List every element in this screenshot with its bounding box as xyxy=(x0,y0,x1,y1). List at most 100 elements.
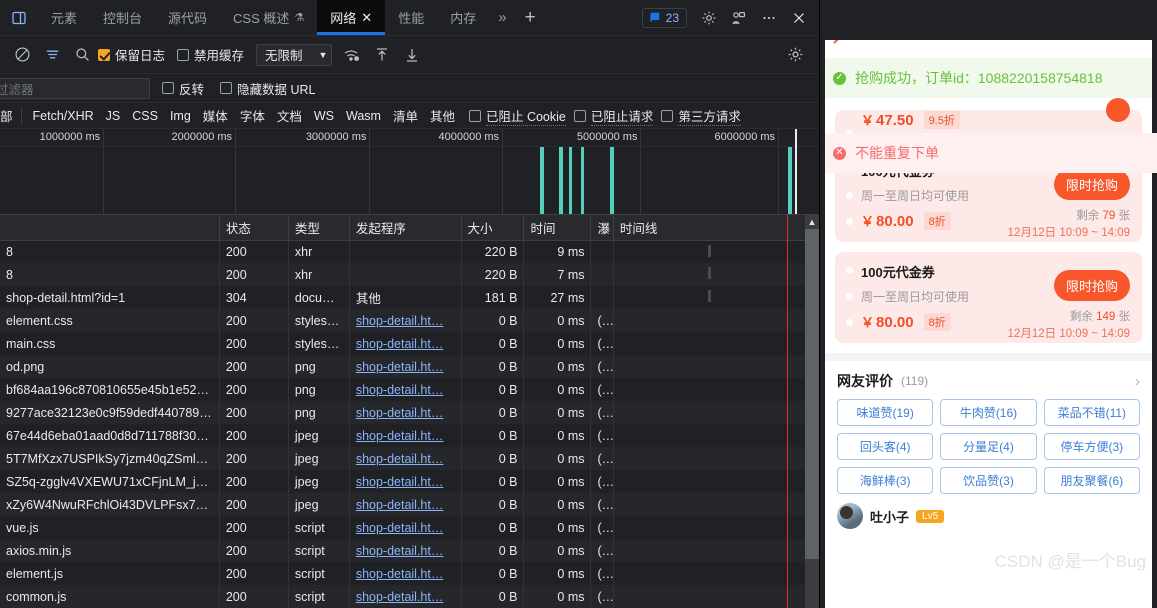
device-viewport[interactable]: ✓ 抢购成功，订单id：1088220158754818 ￥ 47.50 9.5折… xyxy=(825,40,1152,608)
filter-icon[interactable] xyxy=(38,41,66,69)
table-row[interactable]: 9277ace32123e0c9f59dedf44078922… 200 png… xyxy=(0,401,819,424)
cell-initiator[interactable]: shop-detail.ht… xyxy=(349,355,462,378)
chevron-right-icon[interactable]: › xyxy=(1135,373,1140,390)
table-row[interactable]: common.js 200 script shop-detail.ht… 0 B… xyxy=(0,585,819,608)
cell-initiator[interactable]: shop-detail.ht… xyxy=(349,539,462,562)
table-row[interactable]: od.png 200 png shop-detail.ht… 0 B 0 ms … xyxy=(0,355,819,378)
scroll-up-arrow-icon[interactable]: ▲ xyxy=(805,215,819,229)
network-settings-gear-icon[interactable] xyxy=(781,41,809,69)
review-tag[interactable]: 回头客(4) xyxy=(837,433,934,460)
plus-icon[interactable]: + xyxy=(516,0,545,35)
col-type[interactable]: 类型 xyxy=(288,215,350,241)
cell-initiator[interactable]: shop-detail.ht… xyxy=(349,585,462,608)
filter-input[interactable]: 过滤器 xyxy=(0,77,150,99)
initiator-link[interactable]: shop-detail.ht… xyxy=(356,452,444,466)
review-tag[interactable]: 朋友聚餐(6) xyxy=(1043,467,1140,494)
throttle-select[interactable]: 无限制 ▼ xyxy=(256,43,333,66)
type-filter-wasm[interactable]: Wasm xyxy=(340,109,387,123)
table-row[interactable]: vue.js 200 script shop-detail.ht… 0 B 0 … xyxy=(0,516,819,539)
type-filter-css[interactable]: CSS xyxy=(126,109,164,123)
tab-sources[interactable]: 源代码 xyxy=(155,0,220,35)
no-entry-icon[interactable] xyxy=(8,41,36,69)
review-tag[interactable]: 分量足(4) xyxy=(940,433,1037,460)
review-tag[interactable]: 饮品赞(3) xyxy=(940,467,1037,494)
table-row[interactable]: 8 200 xhr 220 B 7 ms xyxy=(0,263,819,286)
cell-initiator[interactable]: shop-detail.ht… xyxy=(349,562,462,585)
more-options-icon[interactable] xyxy=(755,5,783,31)
hide-data-urls-checkbox[interactable]: 隐藏数据 URL xyxy=(220,79,316,98)
col-size[interactable]: 大小 xyxy=(461,215,525,241)
network-overview-timeline[interactable]: 1000000 ms 2000000 ms 3000000 ms 4000000… xyxy=(0,129,819,215)
initiator-link[interactable]: shop-detail.ht… xyxy=(356,544,444,558)
cell-initiator[interactable]: shop-detail.ht… xyxy=(349,401,462,424)
close-icon[interactable] xyxy=(785,5,813,31)
cell-initiator[interactable]: shop-detail.ht… xyxy=(349,493,462,516)
initiator-link[interactable]: shop-detail.ht… xyxy=(356,314,444,328)
blocked-cookies-checkbox[interactable]: 已阻止 Cookie xyxy=(468,106,566,126)
table-row[interactable]: main.css 200 stylesh… shop-detail.ht… 0 … xyxy=(0,332,819,355)
blocked-requests-checkbox[interactable]: 已阻止请求 xyxy=(573,106,654,126)
type-filter-other[interactable]: 其他 xyxy=(424,106,461,125)
tab-memory[interactable]: 内存 xyxy=(437,0,489,35)
tab-elements[interactable]: 元素 xyxy=(38,0,90,35)
settings-gear-icon[interactable] xyxy=(695,5,723,31)
flash-sale-button[interactable] xyxy=(1106,98,1130,122)
type-filter-ws[interactable]: WS xyxy=(308,109,340,123)
table-row[interactable]: SZ5q-zgglv4VXEWU71xCFjnLM_jUHq… 200 jpeg… xyxy=(0,470,819,493)
initiator-link[interactable]: shop-detail.ht… xyxy=(356,383,444,397)
review-tag[interactable]: 停车方便(3) xyxy=(1043,433,1140,460)
initiator-link[interactable]: shop-detail.ht… xyxy=(356,521,444,535)
import-har-icon[interactable] xyxy=(368,41,396,69)
third-party-checkbox[interactable]: 第三方请求 xyxy=(661,106,741,126)
review-tag[interactable]: 海鲜棒(3) xyxy=(837,467,934,494)
review-tag[interactable]: 菜品不错(11) xyxy=(1043,399,1140,426)
type-filter-fetch-xhr[interactable]: Fetch/XHR xyxy=(27,109,100,123)
type-filter-img[interactable]: Img xyxy=(164,109,197,123)
initiator-link[interactable]: shop-detail.ht… xyxy=(356,406,444,420)
col-status[interactable]: 状态 xyxy=(219,215,289,241)
type-filter-manifest[interactable]: 清单 xyxy=(387,106,424,125)
review-tag[interactable]: 味道赞(19) xyxy=(837,399,934,426)
close-icon[interactable]: ✕ xyxy=(361,11,372,24)
devices-icon[interactable] xyxy=(725,5,753,31)
cell-initiator[interactable]: shop-detail.ht… xyxy=(349,424,462,447)
issues-badge[interactable]: 23 xyxy=(641,7,687,28)
initiator-link[interactable]: shop-detail.ht… xyxy=(356,498,444,512)
table-row[interactable]: 8 200 xhr 220 B 9 ms xyxy=(0,240,819,263)
cell-initiator[interactable]: shop-detail.ht… xyxy=(349,332,462,355)
tab-console[interactable]: 控制台 xyxy=(90,0,155,35)
initiator-link[interactable]: shop-detail.ht… xyxy=(356,475,444,489)
overview-right-handle[interactable] xyxy=(795,129,797,214)
table-row[interactable]: element.js 200 script shop-detail.ht… 0 … xyxy=(0,562,819,585)
cell-initiator[interactable]: shop-detail.ht… xyxy=(349,447,462,470)
initiator-link[interactable]: shop-detail.ht… xyxy=(356,337,444,351)
initiator-link[interactable]: shop-detail.ht… xyxy=(356,429,444,443)
invert-checkbox[interactable]: 反转 xyxy=(162,79,204,98)
type-filter-media[interactable]: 媒体 xyxy=(197,106,234,125)
tab-css-overview[interactable]: CSS 概述 ⚗ xyxy=(220,0,317,35)
cell-initiator[interactable] xyxy=(349,240,462,263)
scrollbar-thumb[interactable] xyxy=(805,229,819,559)
reviews-header[interactable]: 网友评价 (119) › xyxy=(837,371,1140,391)
col-name[interactable] xyxy=(0,215,220,241)
review-tag[interactable]: 牛肉赞(16) xyxy=(940,399,1037,426)
table-row[interactable]: bf684aa196c870810655e45b1e52ce8… 200 png… xyxy=(0,378,819,401)
table-row[interactable]: 67e44d6eba01aad0d8d711788f30a1… 200 jpeg… xyxy=(0,424,819,447)
table-row[interactable]: axios.min.js 200 script shop-detail.ht… … xyxy=(0,539,819,562)
reviewer-row[interactable]: 吐小子 Lv5 xyxy=(837,503,1140,529)
type-filter-font[interactable]: 字体 xyxy=(234,106,271,125)
export-har-icon[interactable] xyxy=(398,41,426,69)
cell-initiator[interactable]: shop-detail.ht… xyxy=(349,378,462,401)
dock-side-icon[interactable] xyxy=(0,0,38,35)
col-time[interactable]: 时间 xyxy=(523,215,592,241)
cell-initiator[interactable]: shop-detail.ht… xyxy=(349,470,462,493)
table-vertical-scrollbar[interactable]: ▲ xyxy=(805,215,819,608)
col-waterfall-cut[interactable]: 瀑 xyxy=(590,215,614,241)
table-row[interactable]: 5T7MfXzx7USPIkSy7jzm40qZSmlHUF… 200 jpeg… xyxy=(0,447,819,470)
type-filter-js[interactable]: JS xyxy=(100,109,127,123)
table-row[interactable]: shop-detail.html?id=1 304 docum… 其他 181 … xyxy=(0,286,819,309)
cell-initiator[interactable] xyxy=(349,263,462,286)
flash-sale-button[interactable]: 限时抢购 xyxy=(1053,270,1130,301)
type-filter-all[interactable]: 部 xyxy=(0,106,19,125)
table-row[interactable]: element.css 200 stylesh… shop-detail.ht…… xyxy=(0,309,819,332)
